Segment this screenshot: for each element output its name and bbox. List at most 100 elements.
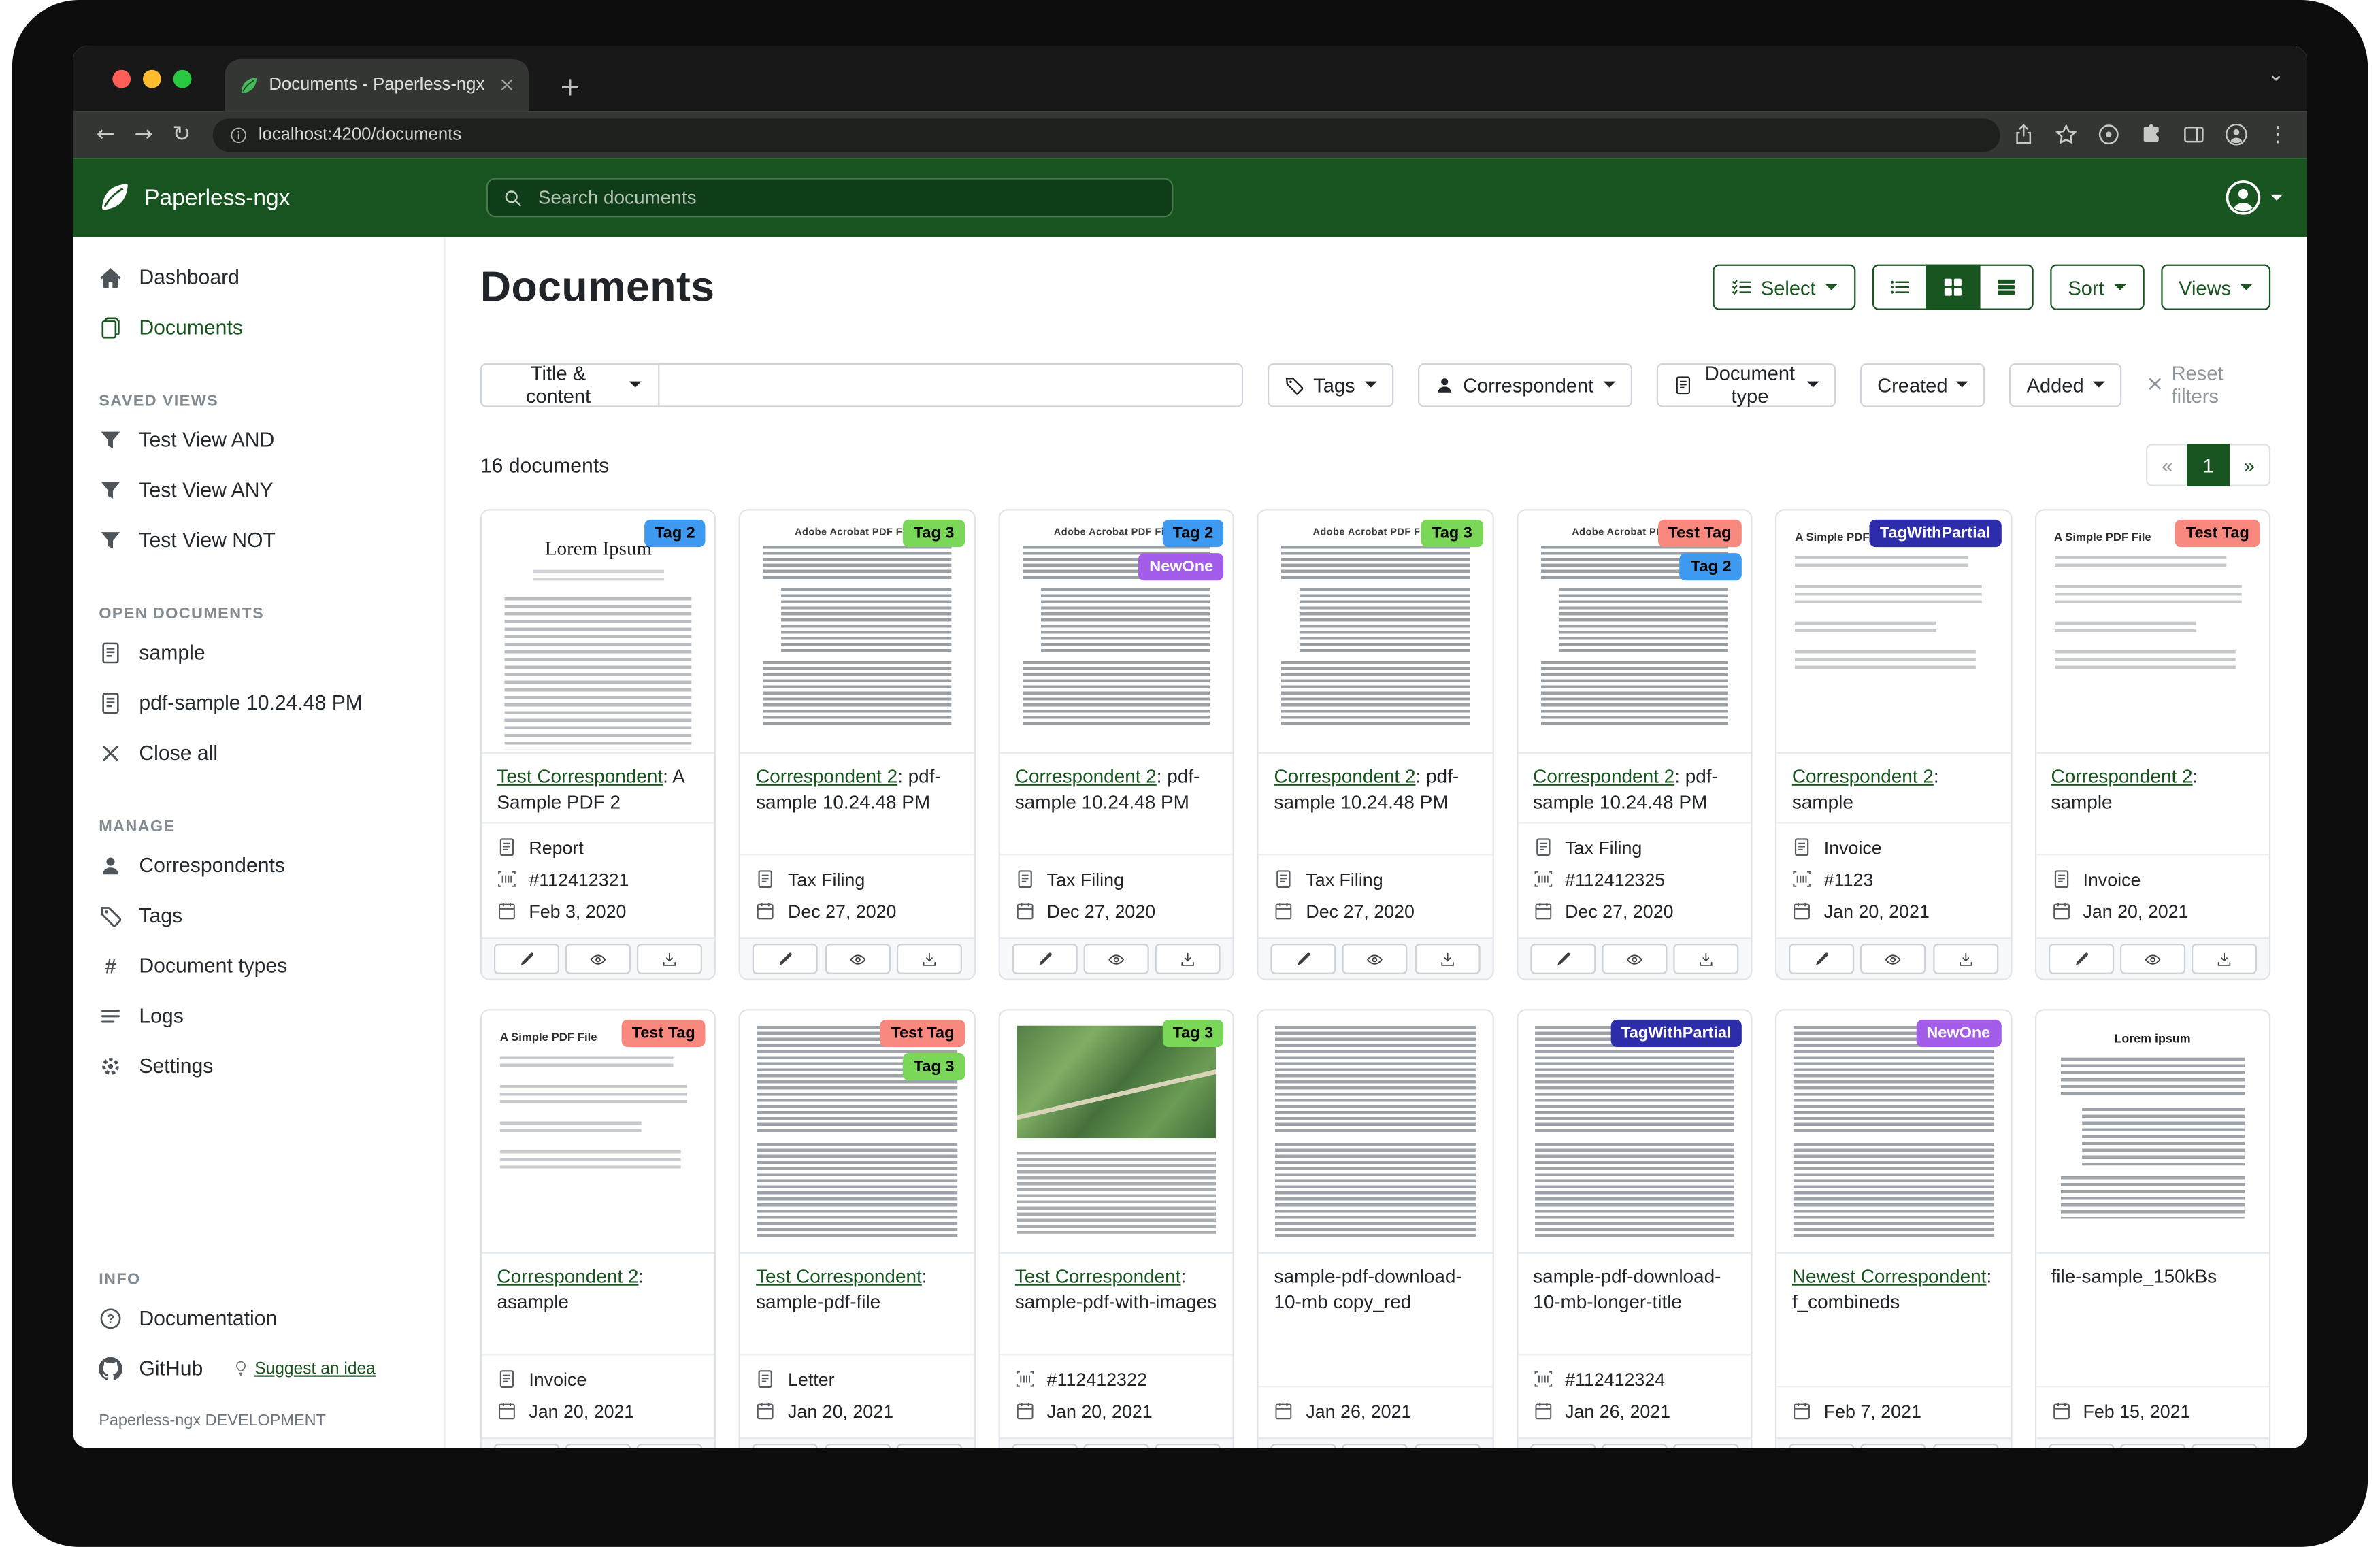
document-thumbnail[interactable]: NewOne: [1777, 1010, 2011, 1253]
preview-button[interactable]: [2120, 1444, 2185, 1448]
minimize-window-button[interactable]: [143, 70, 161, 88]
document-thumbnail[interactable]: Lorem IpsumTag 2: [482, 511, 715, 754]
document-type[interactable]: Invoice: [497, 1363, 699, 1395]
document-thumbnail[interactable]: Test TagTag 3: [741, 1010, 974, 1253]
sidebar-item-document-types[interactable]: #Document types: [73, 941, 444, 991]
tag-badge[interactable]: Tag 3: [903, 520, 965, 547]
document-title[interactable]: Correspondent 2: sample: [2036, 754, 2269, 820]
document-title[interactable]: Correspondent 2: pdf-sample 10.24.48 PM: [999, 754, 1233, 820]
document-thumbnail[interactable]: Tag 3: [999, 1010, 1233, 1253]
document-thumbnail[interactable]: Adobe Acrobat PDF FilesTag 3: [1259, 511, 1492, 754]
app-brand[interactable]: Paperless-ngx: [97, 181, 290, 214]
sort-button[interactable]: Sort: [2050, 265, 2144, 310]
download-button[interactable]: [1674, 944, 1739, 974]
view-list-button[interactable]: [1872, 265, 1926, 310]
sidebar-item-logs[interactable]: Logs: [73, 991, 444, 1041]
new-tab-button[interactable]: +: [559, 73, 581, 103]
download-button[interactable]: [2192, 944, 2257, 974]
tag-badge[interactable]: NewOne: [1139, 553, 1224, 580]
close-window-button[interactable]: [112, 70, 131, 88]
correspondent-link[interactable]: Correspondent 2: [1533, 766, 1674, 787]
document-thumbnail[interactable]: Adobe Acrobat PDF FilesTag 3: [741, 511, 974, 754]
document-type[interactable]: Report: [497, 831, 699, 863]
edit-button[interactable]: [1012, 1444, 1077, 1448]
download-button[interactable]: [638, 1444, 703, 1448]
sidebar-item-correspondents[interactable]: Correspondents: [73, 840, 444, 891]
browser-tab[interactable]: Documents - Paperless-ngx ×: [225, 59, 529, 111]
document-title[interactable]: Correspondent 2: asample: [482, 1254, 715, 1320]
download-button[interactable]: [1415, 1444, 1480, 1448]
edit-button[interactable]: [1530, 944, 1596, 974]
document-type[interactable]: Invoice: [2051, 863, 2254, 895]
view-details-button[interactable]: [1979, 265, 2033, 310]
address-bar[interactable]: localhost:4200/documents: [213, 118, 2000, 151]
tag-badge[interactable]: Test Tag: [1657, 520, 1742, 547]
pagination-prev[interactable]: «: [2146, 444, 2189, 486]
sidebar-item-pdf-sample-10-24-48-pm[interactable]: pdf-sample 10.24.48 PM: [73, 678, 444, 728]
filter-document-type-button[interactable]: Document type: [1656, 363, 1836, 407]
tag-badge[interactable]: Tag 3: [1421, 520, 1483, 547]
tag-badge[interactable]: NewOne: [1916, 1020, 2001, 1047]
document-thumbnail[interactable]: Lorem ipsum: [2036, 1010, 2269, 1253]
edit-button[interactable]: [753, 1444, 819, 1448]
tag-badge[interactable]: Test Tag: [880, 1020, 965, 1047]
pagination-current[interactable]: 1: [2187, 444, 2230, 486]
preview-button[interactable]: [1602, 944, 1667, 974]
preview-button[interactable]: [825, 944, 890, 974]
site-info-icon[interactable]: [229, 125, 248, 144]
sidebar-item-test-view-and[interactable]: Test View AND: [73, 415, 444, 465]
extensions-puzzle-icon[interactable]: [2140, 123, 2163, 146]
document-title[interactable]: sample-pdf-download-10-mb-longer-title: [1518, 1254, 1751, 1320]
edit-button[interactable]: [2048, 944, 2113, 974]
user-menu[interactable]: [2225, 180, 2283, 216]
correspondent-link[interactable]: Test Correspondent: [756, 1266, 922, 1287]
edit-button[interactable]: [1271, 1444, 1336, 1448]
tag-badge[interactable]: TagWithPartial: [1869, 520, 2001, 547]
edit-button[interactable]: [1271, 944, 1336, 974]
filter-created-button[interactable]: Created: [1861, 363, 1986, 407]
preview-button[interactable]: [1861, 944, 1926, 974]
browser-menu-icon[interactable]: ⋮: [2268, 122, 2289, 147]
download-button[interactable]: [638, 944, 703, 974]
tab-search-chevron-icon[interactable]: ⌄: [2268, 64, 2284, 87]
sidebar-item-sample[interactable]: sample: [73, 628, 444, 678]
reset-filters-button[interactable]: × Reset filters: [2146, 362, 2270, 407]
download-button[interactable]: [1932, 1444, 1998, 1448]
tag-badge[interactable]: Test Tag: [621, 1020, 706, 1047]
correspondent-link[interactable]: Correspondent 2: [756, 766, 897, 787]
tag-badge[interactable]: Tag 3: [1162, 1020, 1224, 1047]
maximize-window-button[interactable]: [173, 70, 192, 88]
document-title[interactable]: sample-pdf-download-10-mb copy_red: [1259, 1254, 1492, 1320]
document-title[interactable]: Test Correspondent: A Sample PDF 2: [482, 754, 715, 820]
document-type[interactable]: Letter: [756, 1363, 959, 1395]
preview-button[interactable]: [1084, 1444, 1149, 1448]
edit-button[interactable]: [1530, 1444, 1596, 1448]
document-type[interactable]: Invoice: [1792, 831, 1995, 863]
sidebar-item-tags[interactable]: Tags: [73, 891, 444, 941]
reload-button[interactable]: ↻: [163, 122, 201, 147]
preview-button[interactable]: [1602, 1444, 1667, 1448]
filter-added-button[interactable]: Added: [2010, 363, 2121, 407]
correspondent-link[interactable]: Correspondent 2: [1274, 766, 1415, 787]
tag-badge[interactable]: Tag 2: [644, 520, 706, 547]
view-grid-button[interactable]: [1925, 265, 1979, 310]
download-button[interactable]: [897, 1444, 962, 1448]
edit-button[interactable]: [1012, 944, 1077, 974]
correspondent-link[interactable]: Test Correspondent: [1015, 1266, 1181, 1287]
sidebar-item-test-view-not[interactable]: Test View NOT: [73, 515, 444, 565]
side-panel-icon[interactable]: [2183, 123, 2206, 146]
share-icon[interactable]: [2012, 123, 2035, 146]
download-button[interactable]: [1932, 944, 1998, 974]
document-thumbnail[interactable]: A Simple PDF FileTest Tag: [482, 1010, 715, 1253]
document-title[interactable]: Correspondent 2: sample: [1777, 754, 2011, 820]
tag-badge[interactable]: Test Tag: [2175, 520, 2260, 547]
filter-query-input[interactable]: [659, 363, 1244, 407]
edit-button[interactable]: [753, 944, 819, 974]
edit-button[interactable]: [2048, 1444, 2113, 1448]
filter-tags-button[interactable]: Tags: [1268, 363, 1393, 407]
document-thumbnail[interactable]: Adobe Acrobat PDF FilesTest TagTag 2: [1518, 511, 1751, 754]
correspondent-link[interactable]: Correspondent 2: [1792, 766, 1934, 787]
document-thumbnail[interactable]: A Simple PDF FileTest Tag: [2036, 511, 2269, 754]
sidebar-item-settings[interactable]: Settings: [73, 1041, 444, 1091]
tag-badge[interactable]: Tag 2: [1680, 553, 1742, 580]
